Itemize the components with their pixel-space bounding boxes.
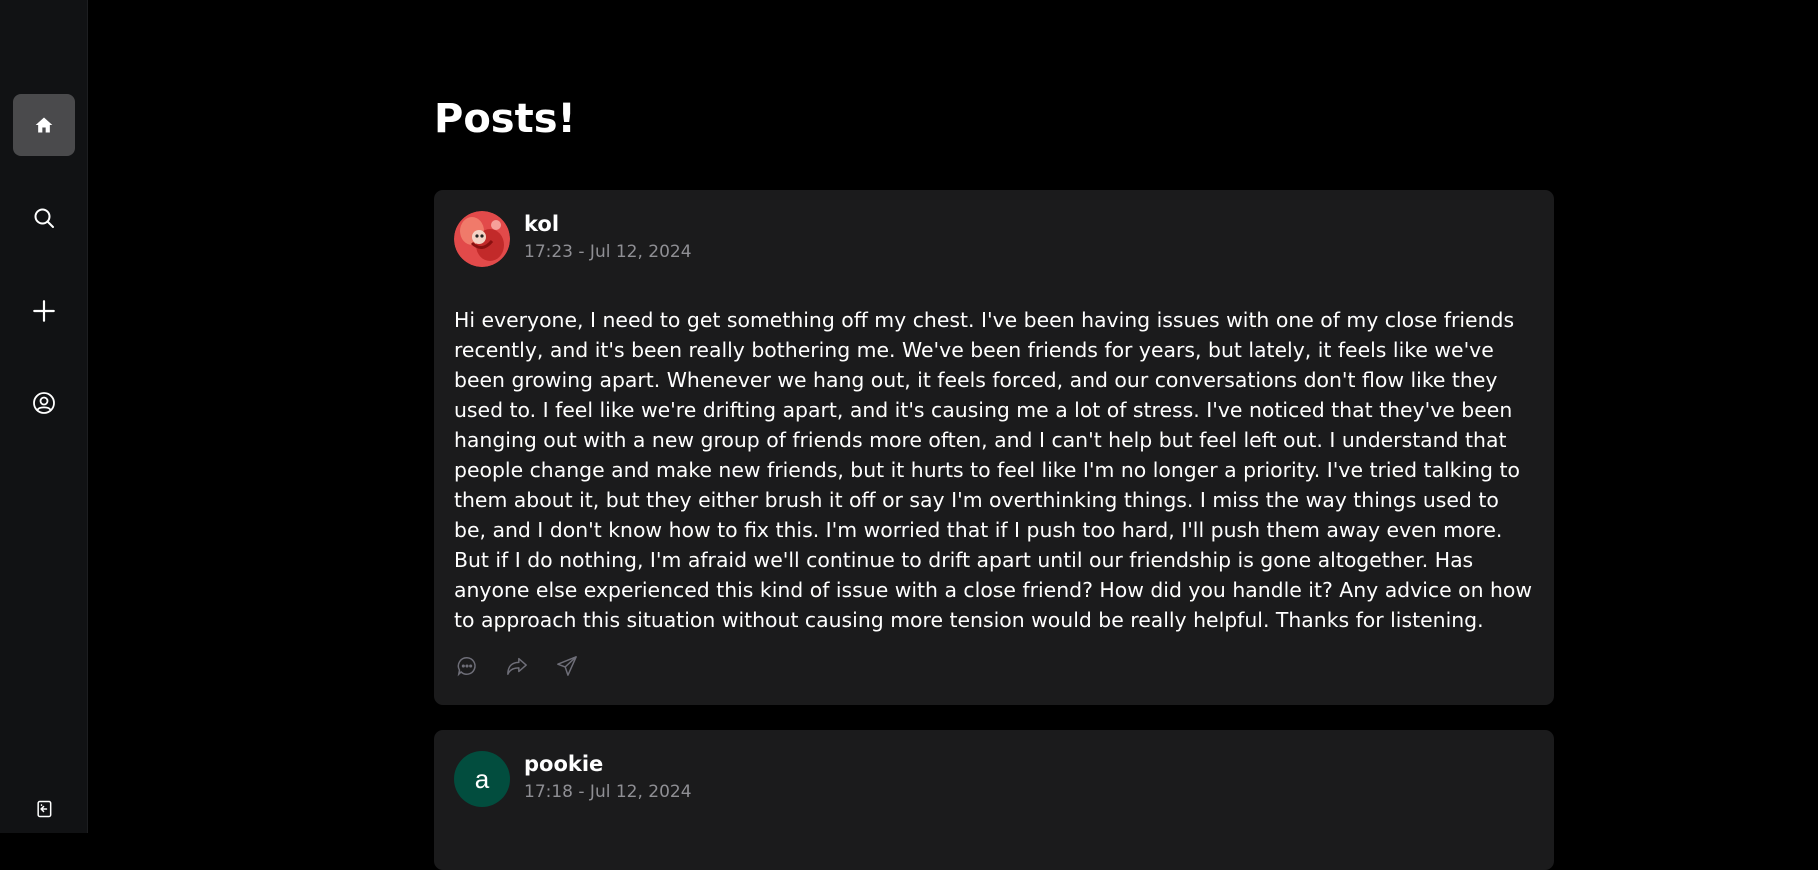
nav-create-button[interactable] [13, 280, 75, 342]
send-button[interactable] [556, 655, 578, 681]
post-timestamp: 17:23 - Jul 12, 2024 [524, 242, 692, 262]
page-title: Posts! [434, 96, 576, 142]
post-author[interactable]: pookie [524, 752, 603, 776]
share-button[interactable] [506, 657, 528, 679]
user-circle-icon [32, 391, 56, 415]
nav-profile-button[interactable] [13, 372, 75, 434]
plus-icon [31, 298, 57, 324]
post-author[interactable]: kol [524, 212, 559, 236]
post-actions [456, 655, 578, 681]
post-timestamp: 17:18 - Jul 12, 2024 [524, 782, 692, 802]
sidebar [0, 0, 88, 833]
post-body: Hi everyone, I need to get something off… [454, 308, 1533, 632]
logout-icon [34, 799, 54, 819]
comment-button[interactable] [456, 657, 478, 679]
avatar[interactable] [454, 211, 510, 267]
logout-button[interactable] [13, 778, 75, 840]
nav-search-button[interactable] [13, 187, 75, 249]
share-icon [506, 655, 528, 681]
comment-icon [456, 655, 478, 681]
send-icon [556, 655, 578, 681]
post-card[interactable]: kol 17:23 - Jul 12, 2024 Hi everyone, I … [434, 190, 1554, 705]
nav-home-button[interactable] [13, 94, 75, 156]
post-card[interactable]: a pookie 17:18 - Jul 12, 2024 [434, 730, 1554, 870]
main-content: Posts! kol 17:23 - Jul 12, 2024 Hi every… [434, 0, 1554, 870]
avatar[interactable]: a [454, 751, 510, 807]
home-icon [34, 115, 54, 135]
search-icon [32, 206, 56, 230]
